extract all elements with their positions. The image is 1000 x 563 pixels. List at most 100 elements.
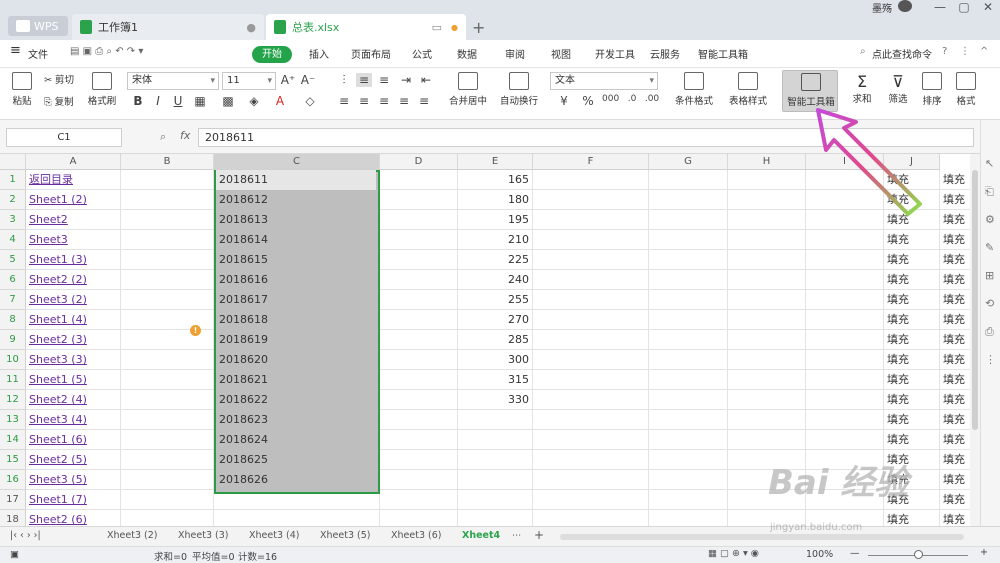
- sheet-nav-icons[interactable]: |‹ ‹ › ›|: [10, 530, 41, 541]
- fill-cell-k[interactable]: 填充: [940, 210, 970, 230]
- fill-cell-k[interactable]: 填充: [940, 170, 970, 190]
- outdent-icon[interactable]: ⇤: [418, 73, 434, 87]
- align-left-icon[interactable]: ≡: [336, 94, 352, 108]
- fill-cell-k[interactable]: 填充: [940, 190, 970, 210]
- sheet-link-cell[interactable]: Sheet1 (5): [26, 370, 121, 390]
- row-header[interactable]: 8: [0, 310, 26, 330]
- sheet-link-cell[interactable]: Sheet3: [26, 230, 121, 250]
- sheet-link-cell[interactable]: Sheet1 (3): [26, 250, 121, 270]
- value-cell[interactable]: 285: [458, 330, 533, 350]
- conditional-format-button[interactable]: 条件格式: [670, 72, 718, 107]
- row-header[interactable]: 17: [0, 490, 26, 510]
- fill-cell-j[interactable]: 填充: [884, 330, 940, 350]
- zoom-level[interactable]: 100%: [806, 549, 833, 560]
- sheet-link-cell[interactable]: Sheet2 (3): [26, 330, 121, 350]
- sheet-link-cell[interactable]: Sheet3 (5): [26, 470, 121, 490]
- value-cell[interactable]: 255: [458, 290, 533, 310]
- fill-cell-k[interactable]: 填充: [940, 410, 970, 430]
- sheet-link-cell[interactable]: Sheet1 (7): [26, 490, 121, 510]
- fill-cell-j[interactable]: 填充: [884, 270, 940, 290]
- sheet-link-cell[interactable]: 返回目录: [26, 170, 121, 190]
- row-header[interactable]: 16: [0, 470, 26, 490]
- value-cell[interactable]: 330: [458, 390, 533, 410]
- sheet-link-cell[interactable]: Sheet3 (2): [26, 290, 121, 310]
- sheet-link-cell[interactable]: Sheet3 (3): [26, 350, 121, 370]
- row-header[interactable]: 4: [0, 230, 26, 250]
- new-tab-button[interactable]: +: [472, 18, 485, 37]
- date-code-cell[interactable]: 2018618: [216, 310, 376, 330]
- cut-button[interactable]: ✂ 剪切: [44, 72, 74, 86]
- currency-icon[interactable]: ¥: [556, 94, 572, 108]
- font-color-icon[interactable]: A: [272, 94, 288, 108]
- sort-button[interactable]: 排序: [918, 72, 946, 107]
- value-cell[interactable]: 315: [458, 370, 533, 390]
- date-code-cell[interactable]: 2018617: [216, 290, 376, 310]
- help-icon[interactable]: ?: [942, 46, 947, 57]
- sheet-tab[interactable]: Xheet3 (3): [178, 530, 228, 541]
- value-cell[interactable]: 195: [458, 210, 533, 230]
- percent-icon[interactable]: %: [580, 94, 596, 108]
- table-style-button[interactable]: 表格样式: [724, 72, 772, 107]
- date-code-cell[interactable]: 2018626: [216, 470, 376, 490]
- menu-home[interactable]: 开始: [252, 46, 292, 63]
- date-code-cell[interactable]: 2018619: [216, 330, 376, 350]
- fill-cell-k[interactable]: 填充: [940, 290, 970, 310]
- menu-smart-toolbox[interactable]: 智能工具箱: [698, 46, 748, 61]
- fill-cell-j[interactable]: 填充: [884, 430, 940, 450]
- decrease-decimal-icon[interactable]: .00: [644, 94, 660, 104]
- row-header[interactable]: 10: [0, 350, 26, 370]
- value-cell[interactable]: 270: [458, 310, 533, 330]
- fill-cell-j[interactable]: 填充: [884, 390, 940, 410]
- menu-data[interactable]: 数据: [457, 46, 477, 61]
- fill-cell-k[interactable]: 填充: [940, 230, 970, 250]
- fill-cell-j[interactable]: 填充: [884, 250, 940, 270]
- paste-button[interactable]: 粘贴: [8, 72, 36, 107]
- border-icon[interactable]: ▦: [192, 94, 208, 108]
- warning-icon[interactable]: !: [190, 325, 201, 336]
- fill-color-icon[interactable]: ◈: [246, 94, 262, 108]
- row-header[interactable]: 13: [0, 410, 26, 430]
- fill-cell-j[interactable]: 填充: [884, 310, 940, 330]
- row-header[interactable]: 1: [0, 170, 26, 190]
- date-code-cell[interactable]: 2018624: [216, 430, 376, 450]
- underline-icon[interactable]: U: [170, 94, 186, 108]
- number-format-select[interactable]: 文本: [550, 72, 658, 90]
- font-family-select[interactable]: 宋体: [127, 72, 219, 90]
- command-search[interactable]: 点此查找命令: [872, 46, 932, 61]
- sheet-link-cell[interactable]: Sheet2 (5): [26, 450, 121, 470]
- sheet-link-cell[interactable]: Sheet1 (6): [26, 430, 121, 450]
- align-top-icon[interactable]: ⫶: [336, 73, 352, 88]
- avatar[interactable]: [898, 0, 912, 12]
- wrap-text-button[interactable]: 自动换行: [498, 72, 540, 107]
- date-code-cell[interactable]: 2018614: [216, 230, 376, 250]
- menu-file[interactable]: 文件: [28, 46, 48, 61]
- fill-cell-j[interactable]: 填充: [884, 230, 940, 250]
- sheet-tab[interactable]: Xheet3 (5): [320, 530, 370, 541]
- row-header[interactable]: 9: [0, 330, 26, 350]
- merge-center-button[interactable]: 合并居中: [444, 72, 492, 107]
- value-cell[interactable]: 165: [458, 170, 533, 190]
- align-middle-icon[interactable]: ≡: [356, 73, 372, 87]
- close-button[interactable]: ✕: [978, 0, 998, 14]
- bold-icon[interactable]: B: [130, 94, 146, 108]
- column-header[interactable]: H: [728, 154, 806, 170]
- name-box[interactable]: C1: [6, 128, 122, 147]
- date-code-cell[interactable]: 2018621: [216, 370, 376, 390]
- fill-cell-k[interactable]: 填充: [940, 330, 970, 350]
- sum-button[interactable]: Σ 求和: [848, 72, 876, 105]
- indent-icon[interactable]: ⇥: [398, 73, 414, 87]
- add-sheet-button[interactable]: +: [534, 528, 544, 542]
- zoom-icon[interactable]: ⌕: [160, 130, 166, 144]
- column-header[interactable]: F: [533, 154, 649, 170]
- format-button[interactable]: 格式: [952, 72, 980, 107]
- select-all-corner[interactable]: [0, 154, 26, 170]
- row-header[interactable]: 11: [0, 370, 26, 390]
- fill-cell-j[interactable]: 填充: [884, 350, 940, 370]
- screen-icon[interactable]: ▭: [432, 21, 442, 34]
- date-code-cell[interactable]: 2018625: [216, 450, 376, 470]
- clear-icon[interactable]: ◇: [302, 94, 318, 108]
- column-header[interactable]: C: [214, 154, 380, 170]
- date-code-cell[interactable]: 2018622: [216, 390, 376, 410]
- date-code-cell[interactable]: 2018616: [216, 270, 376, 290]
- row-header[interactable]: 5: [0, 250, 26, 270]
